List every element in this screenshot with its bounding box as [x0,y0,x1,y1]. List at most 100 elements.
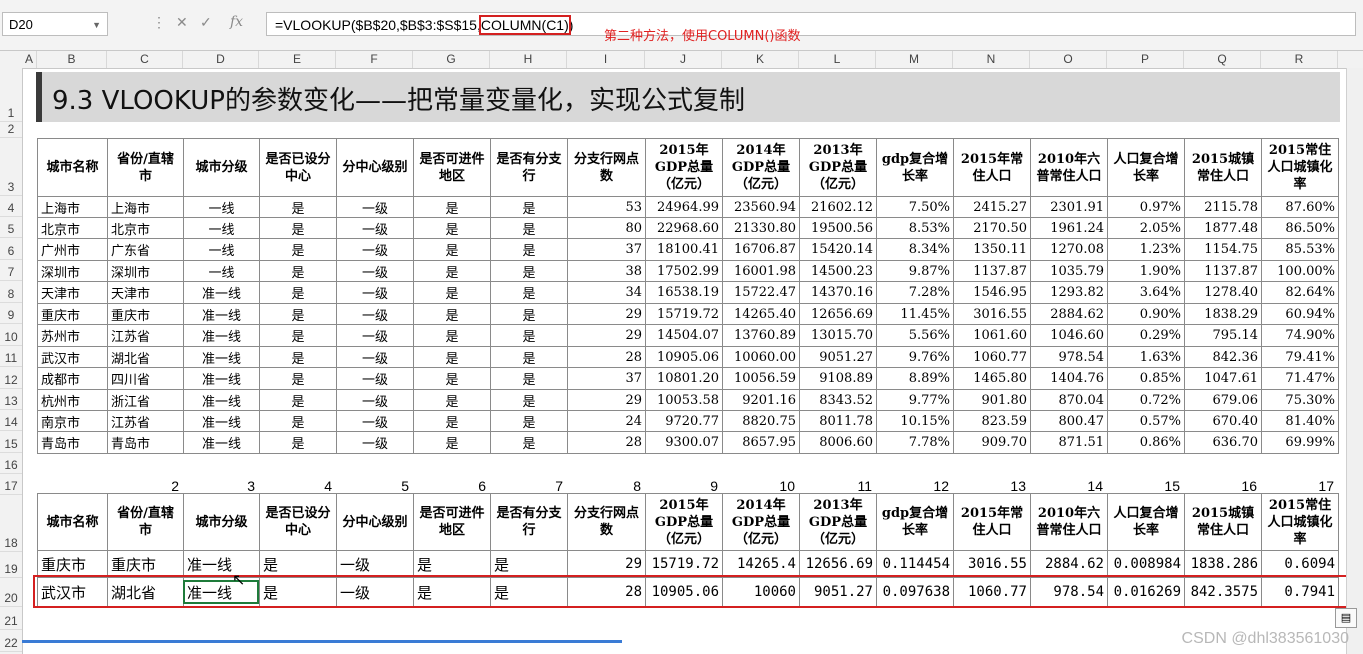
table-cell[interactable]: 成都市 [37,367,108,390]
table-cell[interactable]: 是 [259,410,337,432]
table-cell[interactable]: 100.00% [1261,260,1339,282]
table-cell[interactable]: 一级 [336,303,414,325]
table-cell[interactable]: 准一线 [183,431,260,454]
table-cell[interactable]: 一级 [336,196,414,218]
table-cell[interactable]: 29 [567,324,646,347]
table-cell[interactable]: 74.90% [1261,324,1339,347]
table-cell[interactable]: 8820.75 [722,410,800,432]
table-cell[interactable]: 1877.48 [1184,217,1262,239]
table-cell[interactable]: 一线 [183,217,260,239]
table-cell[interactable]: 是 [259,238,337,261]
table-cell[interactable]: 9201.16 [722,389,800,411]
table-cell[interactable]: 16706.87 [722,238,800,261]
table-cell[interactable]: 79.41% [1261,346,1339,368]
column-header-P[interactable]: P [1107,51,1184,68]
table-cell[interactable]: 是 [413,367,491,390]
table-cell[interactable]: 杭州市 [37,389,108,411]
table-cell[interactable]: 29 [567,389,646,411]
table-cell[interactable]: 80 [567,217,646,239]
table-cell[interactable]: 1350.11 [953,238,1031,261]
row-header-17[interactable]: 17 [0,474,22,495]
table-cell[interactable]: 1154.75 [1184,238,1262,261]
table-cell[interactable]: 1404.76 [1030,367,1108,390]
table-cell[interactable]: 1838.286 [1184,550,1262,578]
table-cell[interactable]: 34 [567,281,646,304]
table-cell[interactable]: 21602.12 [799,196,877,218]
table-cell[interactable]: 2884.62 [1030,550,1108,578]
table-cell[interactable]: 一级 [336,367,414,390]
column-header-C[interactable]: C [107,51,183,68]
table-cell[interactable]: 是 [413,346,491,368]
row-header-10[interactable]: 10 [0,324,22,346]
table-cell[interactable]: 8011.78 [799,410,877,432]
column-header-cell[interactable]: 2015年GDP总量（亿元） [645,493,723,551]
table-cell[interactable]: 16001.98 [722,260,800,282]
table-cell[interactable]: 1046.60 [1030,324,1108,347]
table-cell[interactable]: 71.47% [1261,367,1339,390]
column-header-cell[interactable]: 2013年GDP总量（亿元） [799,138,877,197]
table-cell[interactable]: 重庆市 [107,303,184,325]
table-cell[interactable]: 1047.61 [1184,367,1262,390]
table-cell[interactable]: 一级 [336,217,414,239]
table-cell[interactable]: 9.76% [876,346,954,368]
table-cell[interactable]: 85.53% [1261,238,1339,261]
table-cell[interactable]: 是 [490,217,568,239]
column-header-cell[interactable]: 城市分级 [183,138,260,197]
row-header-12[interactable]: 12 [0,367,22,389]
column-header-cell[interactable]: 城市分级 [183,493,260,551]
table-cell[interactable]: 青岛市 [107,431,184,454]
table-cell[interactable]: 0.114454 [876,550,954,578]
table-cell[interactable]: 12656.69 [799,303,877,325]
table-cell[interactable]: 9051.27 [799,346,877,368]
table-cell[interactable]: 15420.14 [799,238,877,261]
column-header-H[interactable]: H [490,51,567,68]
row-header-9[interactable]: 9 [0,303,22,324]
table-cell[interactable]: 是 [259,346,337,368]
row-header-7[interactable]: 7 [0,260,22,281]
table-cell[interactable]: 0.86% [1107,431,1185,454]
table-cell[interactable]: 9.77% [876,389,954,411]
table-cell[interactable]: 29 [567,550,646,578]
table-cell[interactable]: 天津市 [107,281,184,304]
table-cell[interactable]: 13015.70 [799,324,877,347]
table-cell[interactable]: 是 [259,431,337,454]
table-cell[interactable]: 16538.19 [645,281,723,304]
row-header-20[interactable]: 20 [0,578,22,607]
table-cell[interactable]: 29 [567,303,646,325]
table-cell[interactable]: 2115.78 [1184,196,1262,218]
table-cell[interactable]: 17502.99 [645,260,723,282]
column-header-cell[interactable]: 分支行网点数 [567,493,646,551]
table-cell[interactable]: 795.14 [1184,324,1262,347]
table-cell[interactable]: 一线 [183,260,260,282]
table-cell[interactable]: 是 [413,324,491,347]
table-cell[interactable]: 苏州市 [37,324,108,347]
row-header-16[interactable]: 16 [0,453,22,474]
table-cell[interactable]: 一级 [336,281,414,304]
table-cell[interactable]: 2.05% [1107,217,1185,239]
cancel-icon[interactable]: ✕ [176,14,188,31]
table-cell[interactable]: 北京市 [107,217,184,239]
table-cell[interactable]: 是 [490,431,568,454]
table-cell[interactable]: 一级 [336,550,414,578]
table-cell[interactable]: 1.90% [1107,260,1185,282]
column-header-cell[interactable]: 分支行网点数 [567,138,646,197]
table-cell[interactable]: 准一线 [183,303,260,325]
column-header-Q[interactable]: Q [1184,51,1261,68]
column-header-cell[interactable]: 2010年六普常住人口 [1030,493,1108,551]
table-cell[interactable]: 是 [490,346,568,368]
table-cell[interactable]: 9720.77 [645,410,723,432]
table-cell[interactable]: 8006.60 [799,431,877,454]
insert-function-icon[interactable]: fx [230,14,243,30]
column-header-R[interactable]: R [1261,51,1338,68]
table-cell[interactable]: 是 [490,389,568,411]
table-cell[interactable]: 10056.59 [722,367,800,390]
table-cell[interactable]: 浙江省 [107,389,184,411]
column-header-cell[interactable]: 是否有分支行 [490,138,568,197]
table-cell[interactable]: 1035.79 [1030,260,1108,282]
column-header-cell[interactable]: 2014年GDP总量（亿元） [722,493,800,551]
row-header-15[interactable]: 15 [0,431,22,453]
table-cell[interactable]: 是 [259,260,337,282]
table-cell[interactable]: 是 [413,281,491,304]
table-cell[interactable]: 86.50% [1261,217,1339,239]
table-cell[interactable]: 15719.72 [645,303,723,325]
